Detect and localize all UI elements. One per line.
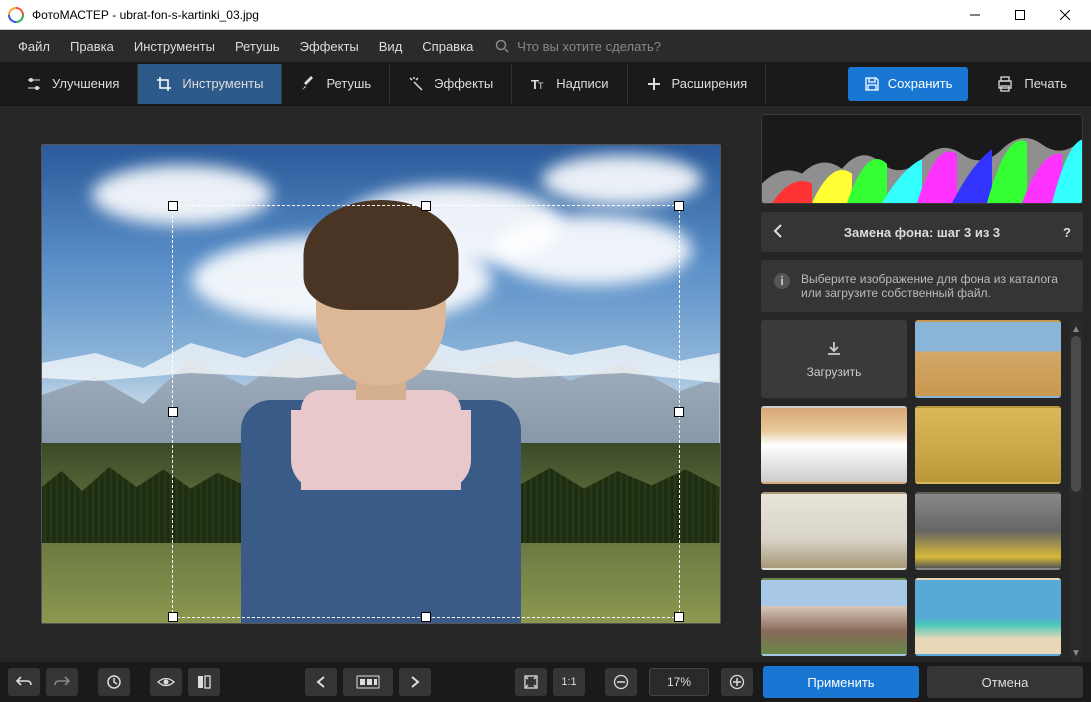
- search-icon: [495, 39, 509, 53]
- download-icon: [824, 339, 844, 359]
- crop-marquee[interactable]: [172, 205, 680, 618]
- sliders-icon: [26, 76, 42, 92]
- zoom-value[interactable]: 17%: [649, 668, 709, 696]
- crop-handle-ml[interactable]: [168, 407, 178, 417]
- zoom-out-button[interactable]: [605, 668, 637, 696]
- crop-handle-bl[interactable]: [168, 612, 178, 622]
- save-icon: [864, 76, 880, 92]
- bottombar: 1:1 17% Применить Отмена: [0, 662, 1091, 702]
- titlebar: ФотоМАСТЕР - ubrat-fon-s-kartinki_03.jpg: [0, 0, 1091, 30]
- prev-image-button[interactable]: [305, 668, 337, 696]
- crop-handle-mr[interactable]: [674, 407, 684, 417]
- crop-handle-tl[interactable]: [168, 201, 178, 211]
- plus-icon: [646, 76, 662, 92]
- menu-retouch[interactable]: Ретушь: [225, 35, 290, 58]
- menu-effects[interactable]: Эффекты: [290, 35, 369, 58]
- redo-icon: [54, 675, 70, 689]
- history-button[interactable]: [98, 668, 130, 696]
- eye-icon: [157, 675, 175, 689]
- panel-info: i Выберите изображение для фона из катал…: [761, 260, 1083, 312]
- bg-thumb-city-street[interactable]: [915, 492, 1061, 570]
- print-button[interactable]: Печать: [980, 67, 1083, 101]
- apply-button[interactable]: Применить: [763, 666, 919, 698]
- crop-handle-tr[interactable]: [674, 201, 684, 211]
- right-panel: Замена фона: шаг 3 из 3 ? i Выберите изо…: [761, 106, 1091, 662]
- menubar: Файл Правка Инструменты Ретушь Эффекты В…: [0, 30, 1091, 62]
- tab-enhance[interactable]: Улучшения: [8, 64, 138, 104]
- filmstrip-icon: [356, 675, 380, 689]
- minus-circle-icon: [613, 674, 629, 690]
- bg-thumb-winter-road[interactable]: [761, 406, 907, 484]
- menu-help[interactable]: Справка: [412, 35, 483, 58]
- redo-button[interactable]: [46, 668, 78, 696]
- canvas-area: [0, 106, 761, 662]
- close-button[interactable]: [1042, 0, 1087, 30]
- next-image-button[interactable]: [399, 668, 431, 696]
- actual-size-button[interactable]: 1:1: [553, 668, 585, 696]
- menu-tools[interactable]: Инструменты: [124, 35, 225, 58]
- thumbnail-scrollbar[interactable]: ▲ ▼: [1069, 320, 1083, 662]
- background-thumbnails: Загрузить: [761, 320, 1069, 662]
- tab-effects[interactable]: Эффекты: [390, 64, 512, 104]
- show-original-button[interactable]: [150, 668, 182, 696]
- menu-edit[interactable]: Правка: [60, 35, 124, 58]
- tab-tools[interactable]: Инструменты: [138, 64, 282, 104]
- menubar-search[interactable]: Что вы хотите сделать?: [495, 39, 661, 54]
- fit-screen-button[interactable]: [515, 668, 547, 696]
- zoom-in-button[interactable]: [721, 668, 753, 696]
- tab-extensions[interactable]: Расширения: [628, 64, 767, 104]
- bg-thumb-tropical-beach[interactable]: [915, 578, 1061, 656]
- scrollbar-thumb[interactable]: [1071, 336, 1081, 492]
- crop-handle-tm[interactable]: [421, 201, 431, 211]
- search-placeholder: Что вы хотите сделать?: [517, 39, 661, 54]
- compare-icon: [196, 674, 212, 690]
- upload-background-button[interactable]: Загрузить: [761, 320, 907, 398]
- save-button[interactable]: Сохранить: [848, 67, 969, 101]
- histogram: [761, 114, 1083, 204]
- menu-view[interactable]: Вид: [369, 35, 413, 58]
- undo-icon: [16, 675, 32, 689]
- image-canvas[interactable]: [41, 144, 721, 624]
- compare-button[interactable]: [188, 668, 220, 696]
- scroll-down-icon: ▼: [1071, 648, 1081, 658]
- chevron-right-icon: [410, 676, 420, 688]
- bg-thumb-desert[interactable]: [915, 320, 1061, 398]
- plus-circle-icon: [729, 674, 745, 690]
- panel-back-button[interactable]: [773, 224, 793, 241]
- crop-handle-br[interactable]: [674, 612, 684, 622]
- panel-title: Замена фона: шаг 3 из 3: [793, 225, 1051, 240]
- panel-help-button[interactable]: ?: [1051, 225, 1071, 240]
- info-icon: i: [773, 272, 791, 290]
- toolbar: Улучшения Инструменты Ретушь Эффекты TT …: [0, 62, 1091, 106]
- cancel-button[interactable]: Отмена: [927, 666, 1083, 698]
- tab-text[interactable]: TT Надписи: [512, 64, 627, 104]
- svg-text:i: i: [780, 274, 783, 288]
- undo-button[interactable]: [8, 668, 40, 696]
- fit-icon: [524, 675, 538, 689]
- bg-thumb-living-room[interactable]: [761, 492, 907, 570]
- tab-retouch[interactable]: Ретушь: [282, 64, 390, 104]
- print-icon: [996, 75, 1014, 93]
- crop-icon: [156, 76, 172, 92]
- minimize-button[interactable]: [952, 0, 997, 30]
- chevron-left-icon: [773, 224, 783, 238]
- svg-text:T: T: [538, 81, 544, 91]
- window-title: ФотоМАСТЕР - ubrat-fon-s-kartinki_03.jpg: [32, 8, 952, 22]
- app-logo-icon: [8, 7, 24, 23]
- browse-images-button[interactable]: [343, 668, 393, 696]
- crop-handle-bm[interactable]: [421, 612, 431, 622]
- brush-icon: [300, 76, 316, 92]
- bg-thumb-autumn-park[interactable]: [915, 406, 1061, 484]
- panel-header: Замена фона: шаг 3 из 3 ?: [761, 212, 1083, 252]
- menu-file[interactable]: Файл: [8, 35, 60, 58]
- wand-icon: [408, 76, 424, 92]
- bg-thumb-european-town[interactable]: [761, 578, 907, 656]
- chevron-left-icon: [316, 676, 326, 688]
- history-icon: [106, 674, 122, 690]
- scroll-up-icon: ▲: [1071, 324, 1081, 334]
- text-icon: TT: [530, 76, 546, 92]
- maximize-button[interactable]: [997, 0, 1042, 30]
